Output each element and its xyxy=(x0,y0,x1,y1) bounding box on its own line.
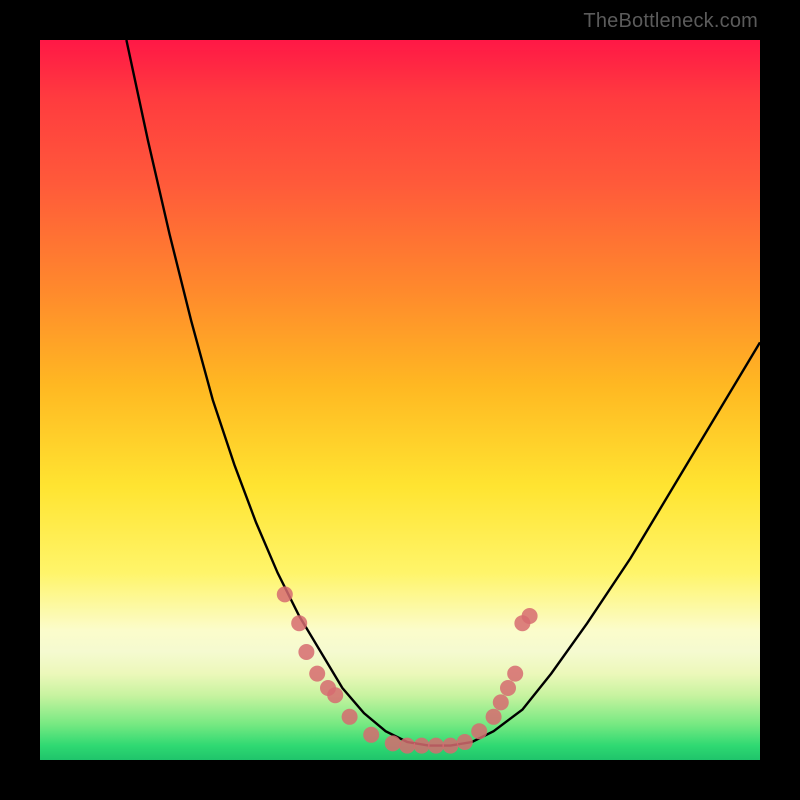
scatter-dot xyxy=(342,709,358,725)
scatter-dot xyxy=(500,680,516,696)
scatter-dot xyxy=(442,738,458,754)
scatter-dot xyxy=(493,694,509,710)
scatter-dot xyxy=(291,615,307,631)
scatter-dot xyxy=(309,666,325,682)
plot-area xyxy=(40,40,760,760)
scatter-dot xyxy=(327,687,343,703)
scatter-dot xyxy=(363,727,379,743)
scatter-dot xyxy=(428,738,444,754)
bottleneck-curve xyxy=(126,40,760,746)
scatter-dot xyxy=(385,735,401,751)
curve-layer xyxy=(40,40,760,760)
scatter-dot xyxy=(471,723,487,739)
scatter-dot xyxy=(277,586,293,602)
chart-frame: TheBottleneck.com xyxy=(0,0,800,800)
scatter-dot xyxy=(507,666,523,682)
attribution-label: TheBottleneck.com xyxy=(583,10,758,33)
scatter-dot xyxy=(522,608,538,624)
scatter-dot xyxy=(457,734,473,750)
scatter-dot xyxy=(399,738,415,754)
scatter-dot xyxy=(414,738,430,754)
scatter-dot xyxy=(298,644,314,660)
scatter-dot xyxy=(486,709,502,725)
